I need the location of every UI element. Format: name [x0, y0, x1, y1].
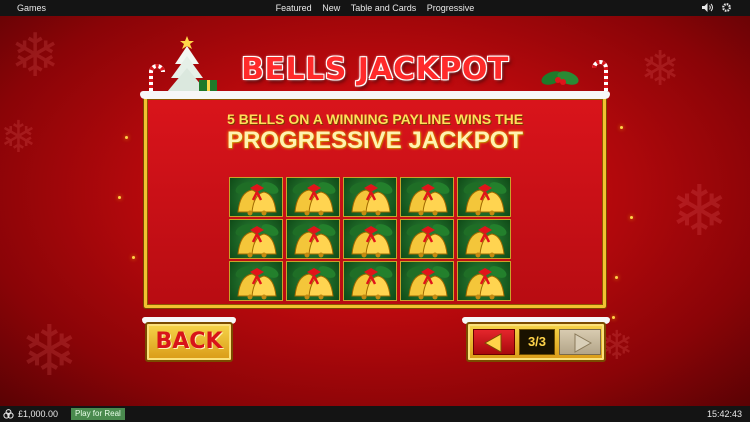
bell-symbol-cell [457, 261, 511, 301]
bell-symbol-cell [400, 177, 454, 217]
bell-icon [463, 224, 507, 258]
coins-icon [3, 409, 14, 421]
jackpot-heading: PROGRESSIVE JACKPOT [226, 127, 524, 154]
game-stage: ❄ ❄ ❄ ❄ ❄ ❄ BELLS JACKPOT 5 BELLS ON A W… [0, 16, 750, 406]
sparkle [630, 216, 633, 219]
bell-symbol-cell [457, 177, 511, 217]
category-nav: Featured New Table and Cards Progressive [0, 3, 750, 13]
game-title: BELLS JACKPOT [241, 52, 509, 87]
page-indicator: 3/3 [519, 329, 555, 355]
nav-table-and-cards[interactable]: Table and Cards [351, 3, 417, 13]
bell-symbol-cell [400, 219, 454, 259]
nav-progressive[interactable]: Progressive [427, 3, 475, 13]
bell-symbol-cell [229, 261, 283, 301]
previous-page-button[interactable] [473, 329, 515, 355]
bell-symbol-cell [286, 261, 340, 301]
snowflake-icon: ❄ [0, 113, 37, 162]
arrow-right-icon [574, 333, 593, 353]
bell-icon [292, 182, 336, 216]
sparkle [132, 256, 135, 259]
bell-icon [406, 266, 450, 300]
paytable-panel: 5 BELLS ON A WINNING PAYLINE WINS THE PR… [144, 96, 606, 308]
snow-cap [140, 91, 610, 99]
gear-icon[interactable] [721, 2, 732, 13]
bell-symbol-cell [457, 219, 511, 259]
bell-symbol-grid [229, 177, 515, 303]
sparkle [612, 316, 615, 319]
bell-symbol-cell [343, 177, 397, 217]
bell-symbol-cell [343, 261, 397, 301]
bell-symbol-cell [229, 219, 283, 259]
sparkle [125, 136, 128, 139]
clock: 15:42:43 [706, 409, 742, 419]
bell-icon [406, 182, 450, 216]
bell-symbol-cell [400, 261, 454, 301]
sparkle [118, 196, 121, 199]
bell-symbol-cell [229, 177, 283, 217]
sparkle [615, 276, 618, 279]
arrow-left-icon [483, 333, 502, 353]
bell-icon [463, 266, 507, 300]
bottom-status-bar: £1,000.00 Play for Real 15:42:43 [0, 406, 750, 422]
bell-icon [349, 182, 393, 216]
speaker-icon[interactable] [701, 2, 714, 13]
snowflake-icon: ❄ [20, 312, 79, 390]
bell-icon [463, 182, 507, 216]
bell-icon [292, 266, 336, 300]
bell-icon [235, 224, 279, 258]
bell-icon [235, 266, 279, 300]
play-for-real-button[interactable]: Play for Real [71, 408, 125, 420]
bell-icon [292, 224, 336, 258]
bell-symbol-cell [286, 177, 340, 217]
nav-new[interactable]: New [322, 3, 340, 13]
sparkle [620, 126, 623, 129]
bell-symbol-cell [343, 219, 397, 259]
snowflake-icon: ❄ [670, 172, 729, 250]
top-nav-bar: Games Featured New Table and Cards Progr… [0, 0, 750, 16]
page-navigator: 3/3 [466, 322, 606, 362]
balance-display: £1,000.00 [18, 409, 59, 419]
bell-icon [235, 182, 279, 216]
back-button[interactable]: BACK [145, 322, 233, 362]
jackpot-rule-text: 5 BELLS ON A WINNING PAYLINE WINS THE [226, 111, 524, 127]
next-page-button[interactable] [559, 329, 601, 355]
bell-symbol-cell [286, 219, 340, 259]
bell-icon [349, 224, 393, 258]
bell-icon [349, 266, 393, 300]
nav-featured[interactable]: Featured [276, 3, 312, 13]
bell-icon [406, 224, 450, 258]
